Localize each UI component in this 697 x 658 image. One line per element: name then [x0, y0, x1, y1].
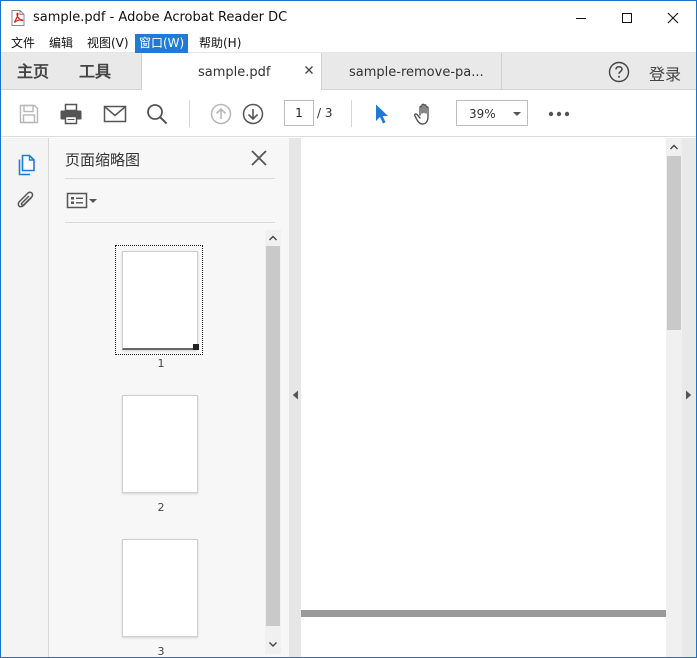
hand-tool-button[interactable] — [412, 101, 438, 127]
toolbar-divider — [189, 100, 190, 127]
tab-sample-remove[interactable]: sample-remove-pa... — [322, 53, 502, 90]
email-icon — [103, 105, 127, 123]
page-up-icon — [210, 103, 232, 125]
menu-help[interactable]: 帮助(H) — [195, 34, 245, 53]
menu-bar: 文件 编辑 视图(V) 窗口(W) 帮助(H) — [1, 34, 696, 53]
select-cursor-icon — [376, 104, 388, 124]
page-total: / 3 — [317, 106, 333, 120]
page-down-icon — [242, 103, 264, 125]
tab-sample-pdf[interactable]: sample.pdf — [141, 53, 322, 91]
tab-label: sample.pdf — [198, 65, 271, 80]
scrollbar-thumb[interactable] — [266, 246, 280, 626]
document-view[interactable] — [301, 138, 666, 657]
thumbnail-options-button[interactable] — [65, 190, 99, 212]
tab-bar: 主页 工具 sample.pdf sample-remove-pa... 登录 — [1, 53, 696, 91]
maximize-button[interactable] — [604, 1, 650, 34]
expand-right-icon[interactable] — [685, 390, 692, 400]
acrobat-pdf-icon — [11, 10, 25, 26]
panel-title: 页面缩略图 — [65, 151, 141, 169]
thumbnail-number: 3 — [157, 645, 165, 658]
left-rail — [1, 138, 49, 657]
toolbar: 1 / 3 39% — [1, 90, 696, 137]
help-icon[interactable] — [608, 61, 630, 83]
thumbnail-page-2[interactable] — [122, 395, 198, 493]
chevron-down-icon[interactable] — [267, 638, 279, 650]
tab-close-button[interactable] — [301, 62, 317, 78]
tab-tools[interactable]: 工具 — [79, 53, 111, 90]
menu-file[interactable]: 文件 — [7, 34, 39, 53]
zoom-select[interactable]: 39% — [456, 100, 528, 126]
tab-label: sample-remove-pa... — [349, 65, 484, 80]
divider — [65, 222, 275, 223]
save-icon — [19, 104, 39, 124]
options-menu-icon — [66, 192, 97, 209]
menu-view[interactable]: 视图(V) — [83, 34, 133, 53]
window-title: sample.pdf - Adobe Acrobat Reader DC — [33, 10, 288, 25]
toolbar-divider — [351, 100, 352, 127]
chevron-up-icon[interactable] — [267, 232, 279, 244]
search-button[interactable] — [144, 101, 170, 127]
zoom-value: 39% — [469, 107, 496, 121]
panel-splitter[interactable] — [289, 138, 301, 657]
title-bar: sample.pdf - Adobe Acrobat Reader DC — [1, 1, 696, 34]
paperclip-icon — [17, 191, 34, 208]
collapse-left-icon[interactable] — [292, 390, 299, 400]
page-divider — [301, 610, 666, 617]
thumbnail-number: 2 — [157, 501, 165, 514]
more-tools-button[interactable] — [546, 101, 572, 127]
thumbnail-number: 1 — [157, 357, 165, 370]
menu-edit[interactable]: 编辑 — [45, 34, 77, 53]
scrollbar-thumb[interactable] — [667, 156, 681, 330]
thumbnail-scrollbar[interactable] — [265, 230, 281, 654]
email-button[interactable] — [102, 101, 128, 127]
page-down-button[interactable] — [240, 101, 266, 127]
select-tool-button[interactable] — [369, 101, 395, 127]
page-number-input[interactable]: 1 — [284, 100, 314, 126]
signin-link[interactable]: 登录 — [649, 61, 681, 85]
search-icon — [147, 104, 168, 125]
tab-home[interactable]: 主页 — [17, 53, 49, 90]
close-window-button[interactable] — [650, 1, 696, 34]
panel-close-button[interactable] — [249, 148, 269, 168]
app-window: sample.pdf - Adobe Acrobat Reader DC 文件 … — [0, 0, 697, 658]
close-icon — [251, 150, 267, 166]
document-scrollbar[interactable] — [666, 138, 682, 657]
minimize-button[interactable] — [558, 1, 604, 34]
thumbnail-panel: 页面缩略图 1 2 3 — [49, 138, 289, 658]
right-pane-toggle[interactable] — [682, 138, 696, 657]
menu-window[interactable]: 窗口(W) — [135, 34, 189, 53]
divider — [65, 178, 275, 179]
save-button[interactable] — [16, 101, 42, 127]
page-thumbnails-button[interactable] — [13, 152, 39, 178]
thumbnail-page-3[interactable] — [122, 539, 198, 637]
maximize-icon — [622, 12, 632, 23]
minimize-icon — [576, 17, 586, 19]
thumbnail-list: 1 2 3 — [65, 238, 265, 658]
print-icon — [60, 103, 82, 125]
hand-icon — [414, 103, 429, 125]
thumbnail-page-1[interactable] — [122, 251, 199, 350]
chevron-up-icon[interactable] — [668, 141, 680, 153]
resize-handle[interactable] — [193, 344, 199, 350]
more-icon — [548, 111, 570, 117]
print-button[interactable] — [58, 101, 84, 127]
page-up-button[interactable] — [208, 101, 234, 127]
attachments-button[interactable] — [13, 188, 39, 214]
chevron-down-icon — [513, 112, 521, 116]
close-icon — [305, 66, 313, 74]
page-thumbnails-icon — [18, 154, 35, 176]
close-icon — [667, 12, 679, 23]
